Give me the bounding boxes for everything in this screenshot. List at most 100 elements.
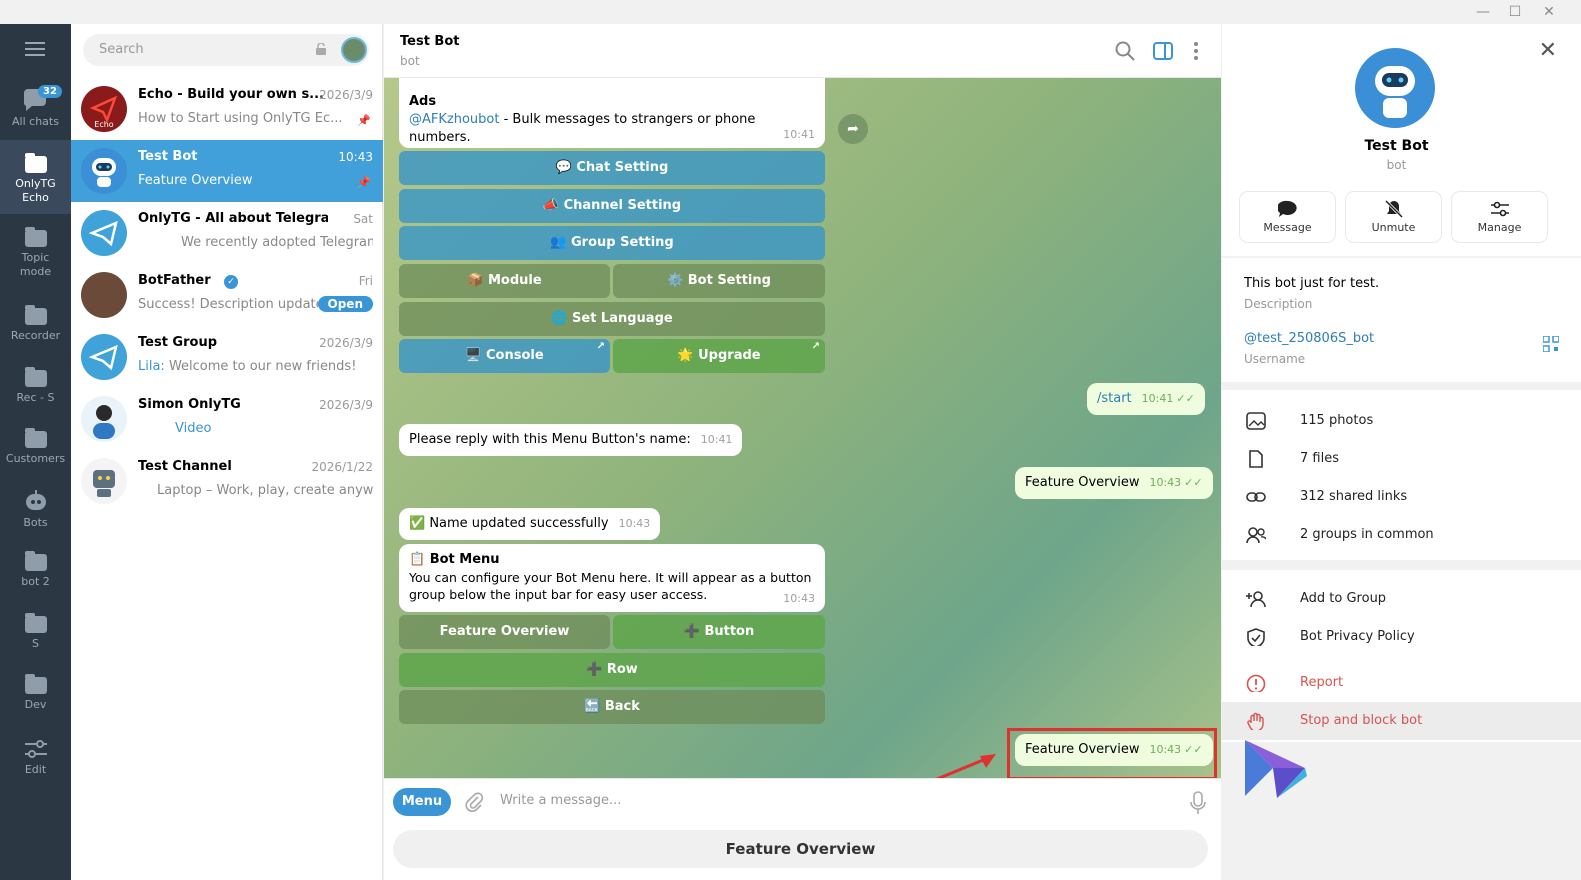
lock-icon[interactable] xyxy=(315,42,327,55)
shared-photos-row[interactable]: 115 photos xyxy=(1222,402,1581,440)
manage-button[interactable]: Manage xyxy=(1452,192,1547,242)
chat-item-simon[interactable]: Simon OnlyTG 2026/3/9 Video xyxy=(71,388,383,450)
kb-add-row[interactable]: ➕ Row xyxy=(399,653,825,687)
chat-item-echo[interactable]: Echo Echo - Build your own s... 2026/3/9… xyxy=(71,78,383,140)
folder-icon xyxy=(24,551,47,571)
kb-back[interactable]: 🔙 Back xyxy=(399,690,825,724)
folder-rec-s[interactable]: Rec - S xyxy=(0,364,71,425)
report-row[interactable]: Report xyxy=(1222,664,1581,702)
open-button[interactable]: Open xyxy=(317,296,373,312)
reply-keyboard-button[interactable]: Feature Overview xyxy=(393,830,1208,868)
attach-icon[interactable] xyxy=(464,791,484,813)
kb-chat-setting[interactable]: 💬 Chat Setting xyxy=(399,151,825,185)
verified-icon: ✓ xyxy=(224,275,238,289)
kb-set-language[interactable]: 🌐 Set Language xyxy=(399,302,825,336)
groups-in-common-row[interactable]: 2 groups in common xyxy=(1222,516,1581,554)
folder-s[interactable]: S xyxy=(0,610,71,671)
folder-edit[interactable]: Edit xyxy=(0,733,71,794)
kb-upgrade[interactable]: 🌟 Upgrade ↗ xyxy=(613,339,825,373)
folder-onlytg-echo[interactable]: OnlyTG Echo xyxy=(0,140,71,214)
add-user-icon xyxy=(1246,591,1266,608)
message-input[interactable]: Write a message... xyxy=(500,793,621,808)
chat-title[interactable]: Test Bot xyxy=(400,34,460,49)
chat-name: BotFather xyxy=(138,273,211,288)
message-time: 10:41 xyxy=(783,128,815,141)
chat-item-botfather[interactable]: BotFather ✓ Fri Success! Description upd… xyxy=(71,264,383,326)
groups-count: 2 groups in common xyxy=(1300,527,1434,542)
folder-recorder[interactable]: Recorder xyxy=(0,302,71,363)
kb-module[interactable]: 📦 Module xyxy=(399,264,610,298)
stop-block-row[interactable]: Stop and block bot xyxy=(1222,702,1581,740)
folder-rail: All chats 32 OnlyTG Echo Topic mode Reco… xyxy=(0,24,71,880)
bot-menu-text: You can configure your Bot Menu here. It… xyxy=(409,570,812,602)
shared-files-row[interactable]: 7 files xyxy=(1222,440,1581,478)
chat-messages-area[interactable]: Ads @AFKzhoubot - Bulk messages to stran… xyxy=(384,78,1221,778)
bot-username[interactable]: @test_250806S_bot xyxy=(1244,331,1374,346)
microphone-icon[interactable] xyxy=(1189,791,1207,815)
maximize-button[interactable]: ☐ xyxy=(1498,2,1532,22)
pin-icon: 📌 xyxy=(357,114,371,127)
annotation-arrow-icon xyxy=(935,754,996,778)
close-window-button[interactable]: ✕ xyxy=(1532,2,1566,22)
rail-label: Recorder xyxy=(10,329,61,342)
add-to-group-row[interactable]: Add to Group xyxy=(1222,580,1581,618)
hand-stop-icon xyxy=(1247,712,1264,730)
hamburger-menu-icon[interactable] xyxy=(25,42,45,56)
profile-name: Test Bot xyxy=(1364,138,1429,154)
folder-dev[interactable]: Dev xyxy=(0,671,71,732)
kb-channel-setting[interactable]: 📣 Channel Setting xyxy=(399,189,825,223)
more-options-icon[interactable] xyxy=(1190,40,1212,62)
rail-label: Edit xyxy=(24,763,47,776)
kb-bot-setting[interactable]: ⚙️ Bot Setting xyxy=(613,264,825,298)
minimize-button[interactable]: — xyxy=(1466,2,1500,22)
shield-icon xyxy=(1247,628,1265,646)
folder-all-chats[interactable]: All chats 32 xyxy=(0,79,71,140)
message-button[interactable]: Message xyxy=(1240,192,1335,242)
chat-item-test-bot[interactable]: Test Bot 10:43 Feature Overview 📌 xyxy=(71,140,383,202)
folder-icon xyxy=(24,227,47,247)
sidebar-toggle-icon[interactable] xyxy=(1152,40,1174,62)
read-ticks-icon: ✓✓ xyxy=(1184,476,1203,489)
kb-console[interactable]: 🖥️ Console ↗ xyxy=(399,339,610,373)
chat-name: Test Channel xyxy=(138,459,232,474)
unmute-button-label: Unmute xyxy=(1371,221,1416,234)
avatar xyxy=(81,272,127,318)
chat-item-onlytg[interactable]: OnlyTG - All about Telegram Sat We recen… xyxy=(71,202,383,264)
folder-bots[interactable]: Bots xyxy=(0,486,71,547)
chat-item-test-channel[interactable]: Test Channel 2026/1/22 Laptop – Work, pl… xyxy=(71,450,383,512)
privacy-policy-row[interactable]: Bot Privacy Policy xyxy=(1222,618,1581,656)
chat-date: 2026/3/9 xyxy=(319,336,373,350)
kb-feature-overview[interactable]: Feature Overview xyxy=(399,615,610,649)
bot-icon xyxy=(25,490,46,510)
message-text[interactable]: /start xyxy=(1097,391,1132,406)
chat-preview: Laptop – Work, play, create anywh... xyxy=(157,483,373,498)
report-label: Report xyxy=(1300,675,1344,690)
qr-code-icon[interactable] xyxy=(1542,335,1560,353)
chat-subtitle: bot xyxy=(400,54,420,68)
reply-keyboard-area: Feature Overview xyxy=(384,824,1221,880)
folder-bot-2[interactable]: bot 2 xyxy=(0,548,71,609)
kb-add-button[interactable]: ➕ Button xyxy=(613,615,825,649)
window-titlebar: — ☐ ✕ xyxy=(0,0,1581,24)
bot-menu-button[interactable]: Menu xyxy=(393,788,451,816)
external-link-icon: ↗ xyxy=(811,341,820,352)
folder-customers[interactable]: Customers xyxy=(0,425,71,486)
rail-label: Topic xyxy=(21,251,50,264)
shared-links-row[interactable]: 312 shared links xyxy=(1222,478,1581,516)
kb-upgrade-label: 🌟 Upgrade xyxy=(677,348,761,363)
forward-icon[interactable]: ➦ xyxy=(838,114,868,144)
chat-item-test-group[interactable]: Test Group 2026/3/9 Lila: Welcome to our… xyxy=(71,326,383,388)
account-avatar[interactable] xyxy=(341,37,367,63)
kb-group-setting[interactable]: 👥 Group Setting xyxy=(399,226,825,260)
profile-actions: Add to Group Bot Privacy Policy Report S… xyxy=(1222,570,1581,742)
rail-label: Customers xyxy=(5,452,66,465)
search-icon[interactable] xyxy=(1114,40,1136,62)
close-icon[interactable]: ✕ xyxy=(1539,38,1557,63)
message-time: 10:41 xyxy=(1141,392,1174,405)
rail-label: S xyxy=(32,637,39,650)
profile-avatar[interactable] xyxy=(1355,48,1435,128)
ads-link[interactable]: @AFKzhoubot xyxy=(409,112,499,127)
privacy-policy-label: Bot Privacy Policy xyxy=(1300,629,1415,644)
folder-topic-mode[interactable]: Topic mode xyxy=(0,224,71,285)
unmute-button[interactable]: Unmute xyxy=(1346,192,1441,242)
